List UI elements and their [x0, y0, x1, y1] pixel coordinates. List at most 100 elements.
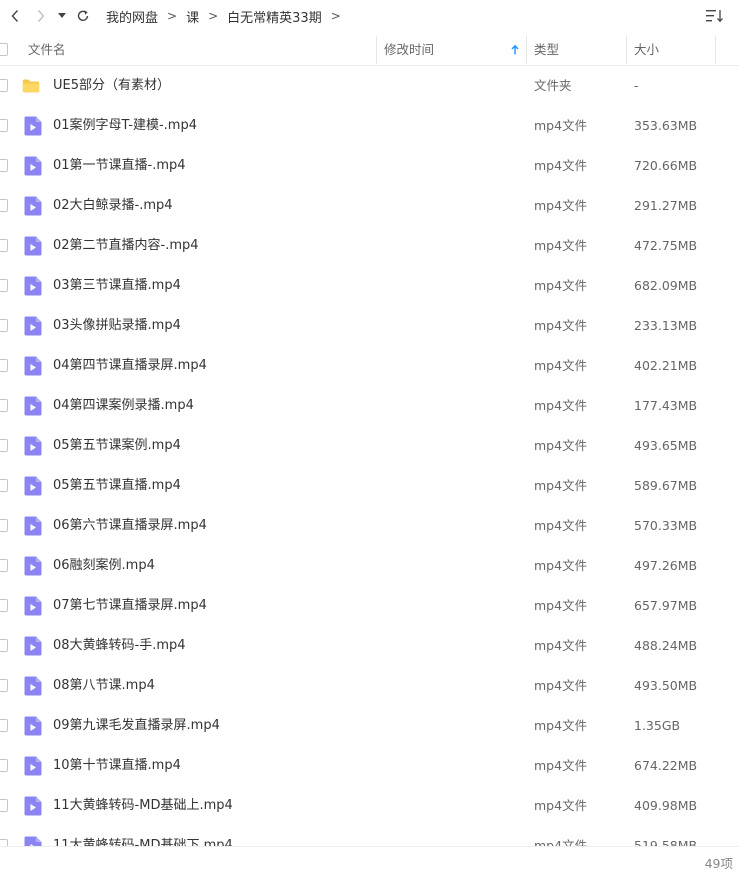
row-checkbox[interactable]	[0, 839, 8, 846]
column-divider[interactable]	[526, 36, 527, 64]
file-row[interactable]: 04第四课案例录播.mp4 mp4文件 177.43MB	[0, 386, 739, 426]
file-row[interactable]: 03头像拼贴录播.mp4 mp4文件 233.13MB	[0, 306, 739, 346]
column-header-type[interactable]: 类型	[534, 34, 559, 66]
row-checkbox[interactable]	[0, 479, 8, 492]
row-checkbox[interactable]	[0, 719, 8, 732]
row-checkbox[interactable]	[0, 239, 8, 252]
file-name[interactable]: 09第九课毛发直播录屏.mp4	[53, 706, 220, 746]
video-file-icon	[24, 116, 42, 136]
breadcrumb-separator-icon: >	[208, 9, 219, 23]
file-row[interactable]: UE5部分（有素材） 文件夹 -	[0, 66, 739, 106]
row-checkbox[interactable]	[0, 319, 8, 332]
row-checkbox[interactable]	[0, 519, 8, 532]
column-divider[interactable]	[376, 36, 377, 64]
breadcrumb-item-current[interactable]: 白无常精英33期	[225, 7, 324, 26]
file-row[interactable]: 08第八节课.mp4 mp4文件 493.50MB	[0, 666, 739, 706]
file-name[interactable]: 08大黄蜂转码-手.mp4	[53, 626, 186, 666]
file-name[interactable]: 11大黄蜂转码-MD基础上.mp4	[53, 786, 233, 826]
file-name[interactable]: 08第八节课.mp4	[53, 666, 155, 706]
video-file-icon	[24, 356, 42, 376]
file-size: 519.58MB	[634, 838, 698, 846]
file-row[interactable]: 02第二节直播内容-.mp4 mp4文件 472.75MB	[0, 226, 739, 266]
video-file-icon	[24, 596, 42, 616]
column-divider[interactable]	[715, 36, 716, 64]
video-file-icon	[24, 556, 42, 576]
row-checkbox[interactable]	[0, 119, 8, 132]
select-all-checkbox[interactable]	[0, 43, 8, 56]
column-header-modified[interactable]: 修改时间	[384, 34, 434, 66]
file-name[interactable]: 01案例字母T-建模-.mp4	[53, 106, 197, 146]
file-type: mp4文件	[534, 318, 588, 333]
file-row[interactable]: 05第五节课案例.mp4 mp4文件 493.65MB	[0, 426, 739, 466]
file-row[interactable]: 05第五节课直播.mp4 mp4文件 589.67MB	[0, 466, 739, 506]
row-checkbox[interactable]	[0, 559, 8, 572]
file-name[interactable]: 03头像拼贴录播.mp4	[53, 306, 181, 346]
file-row[interactable]: 02大白鲸录播-.mp4 mp4文件 291.27MB	[0, 186, 739, 226]
file-row[interactable]: 07第七节课直播录屏.mp4 mp4文件 657.97MB	[0, 586, 739, 626]
breadcrumb-item-root[interactable]: 我的网盘	[104, 7, 160, 26]
file-name[interactable]: 04第四节课直播录屏.mp4	[53, 346, 207, 386]
file-type: mp4文件	[534, 478, 588, 493]
forward-button[interactable]	[28, 2, 54, 30]
sort-options-button[interactable]	[703, 6, 727, 26]
back-button[interactable]	[2, 2, 28, 30]
file-name[interactable]: 03第三节课直播.mp4	[53, 266, 181, 306]
file-name[interactable]: 02大白鲸录播-.mp4	[53, 186, 173, 226]
file-type: mp4文件	[534, 798, 588, 813]
file-name[interactable]: 05第五节课直播.mp4	[53, 466, 181, 506]
file-row[interactable]: 03第三节课直播.mp4 mp4文件 682.09MB	[0, 266, 739, 306]
row-checkbox[interactable]	[0, 639, 8, 652]
file-row[interactable]: 11大黄蜂转码-MD基础上.mp4 mp4文件 409.98MB	[0, 786, 739, 826]
row-checkbox[interactable]	[0, 679, 8, 692]
chevron-left-icon	[11, 10, 19, 22]
row-checkbox[interactable]	[0, 159, 8, 172]
row-checkbox[interactable]	[0, 79, 8, 92]
breadcrumb-item-course[interactable]: 课	[184, 7, 201, 26]
file-name[interactable]: 07第七节课直播录屏.mp4	[53, 586, 207, 626]
caret-down-icon	[58, 13, 66, 18]
file-name[interactable]: UE5部分（有素材）	[53, 66, 170, 106]
video-file-icon	[24, 436, 42, 456]
video-file-icon	[24, 716, 42, 736]
row-checkbox[interactable]	[0, 759, 8, 772]
file-name[interactable]: 06第六节课直播录屏.mp4	[53, 506, 207, 546]
file-row[interactable]: 08大黄蜂转码-手.mp4 mp4文件 488.24MB	[0, 626, 739, 666]
file-name[interactable]: 11大黄蜂转码-MD基础下.mp4	[53, 826, 233, 846]
video-file-icon	[24, 476, 42, 496]
file-name[interactable]: 06融刻案例.mp4	[53, 546, 155, 586]
file-name[interactable]: 05第五节课案例.mp4	[53, 426, 181, 466]
column-divider[interactable]	[626, 36, 627, 64]
row-checkbox[interactable]	[0, 199, 8, 212]
row-checkbox[interactable]	[0, 799, 8, 812]
file-row[interactable]: 01第一节课直播-.mp4 mp4文件 720.66MB	[0, 146, 739, 186]
file-row[interactable]: 10第十节课直播.mp4 mp4文件 674.22MB	[0, 746, 739, 786]
file-row[interactable]: 09第九课毛发直播录屏.mp4 mp4文件 1.35GB	[0, 706, 739, 746]
file-row[interactable]: 06融刻案例.mp4 mp4文件 497.26MB	[0, 546, 739, 586]
file-row[interactable]: 01案例字母T-建模-.mp4 mp4文件 353.63MB	[0, 106, 739, 146]
column-header-name[interactable]: 文件名	[28, 34, 66, 66]
file-size: 493.65MB	[634, 438, 698, 453]
file-name[interactable]: 01第一节课直播-.mp4	[53, 146, 186, 186]
row-checkbox[interactable]	[0, 439, 8, 452]
file-row[interactable]: 04第四节课直播录屏.mp4 mp4文件 402.21MB	[0, 346, 739, 386]
column-header-size[interactable]: 大小	[634, 34, 659, 66]
video-file-icon	[24, 796, 42, 816]
file-size: 570.33MB	[634, 518, 698, 533]
file-type: mp4文件	[534, 518, 588, 533]
refresh-button[interactable]	[70, 2, 96, 30]
file-name[interactable]: 04第四课案例录播.mp4	[53, 386, 194, 426]
history-dropdown-button[interactable]	[54, 2, 70, 30]
file-row[interactable]: 06第六节课直播录屏.mp4 mp4文件 570.33MB	[0, 506, 739, 546]
row-checkbox[interactable]	[0, 359, 8, 372]
file-row[interactable]: 11大黄蜂转码-MD基础下.mp4 mp4文件 519.58MB	[0, 826, 739, 846]
file-type: mp4文件	[534, 398, 588, 413]
row-checkbox[interactable]	[0, 399, 8, 412]
file-type: mp4文件	[534, 358, 588, 373]
row-checkbox[interactable]	[0, 599, 8, 612]
video-file-icon	[24, 156, 42, 176]
file-name[interactable]: 02第二节直播内容-.mp4	[53, 226, 199, 266]
file-name[interactable]: 10第十节课直播.mp4	[53, 746, 181, 786]
row-checkbox[interactable]	[0, 279, 8, 292]
breadcrumb-dropdown-icon[interactable]: >	[331, 9, 341, 23]
status-bar: 49项	[0, 846, 739, 879]
